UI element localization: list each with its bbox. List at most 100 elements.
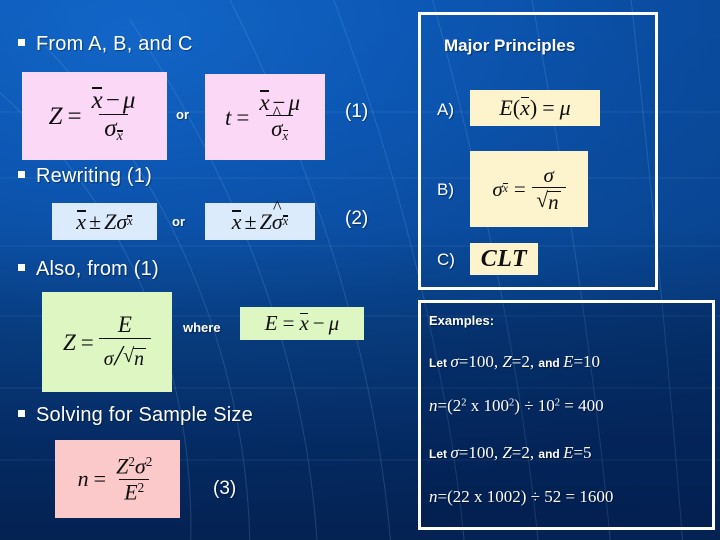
E-symbol: E bbox=[124, 478, 138, 504]
formula-z-error-lhs: Z bbox=[62, 329, 76, 355]
major-principles-title: Major Principles bbox=[444, 36, 576, 55]
E-symbol: E bbox=[499, 95, 513, 120]
n-symbol: n bbox=[77, 466, 89, 491]
equals-symbol: = bbox=[93, 466, 107, 491]
z-value: =2, bbox=[511, 443, 539, 462]
x-bar-symbol: x bbox=[76, 208, 87, 234]
z-symbol: Z bbox=[104, 208, 117, 234]
equals-symbol: = bbox=[513, 176, 526, 201]
sigma-symbol: σ bbox=[103, 347, 114, 370]
sigma-symbol: σ bbox=[116, 208, 128, 234]
n-expr-result: = 400 bbox=[560, 396, 604, 415]
formula-ci-sigmahat: x±Zσx bbox=[205, 203, 315, 240]
examples-title: Examples: bbox=[429, 313, 495, 328]
plus-minus-symbol: ± bbox=[89, 208, 102, 234]
n-symbol: n bbox=[547, 191, 561, 213]
bullet-from-abc: From A, B, and C bbox=[18, 33, 193, 56]
sigma-hat-symbol: σ bbox=[272, 210, 283, 233]
bullet-label: Also, from (1) bbox=[36, 258, 159, 280]
formula-t-fraction: x−μ σx bbox=[254, 89, 305, 144]
equals-symbol: = bbox=[542, 95, 555, 120]
Z-symbol: Z bbox=[502, 352, 512, 371]
example-line-1: Let σ=100, Z=2, and E=10 bbox=[429, 352, 600, 372]
sigma-symbol: σ bbox=[543, 162, 554, 187]
e-value: =5 bbox=[573, 443, 592, 462]
and-keyword: and bbox=[538, 447, 564, 461]
sigma-symbol: σ bbox=[104, 115, 117, 143]
sigma-subscript-xbar: x bbox=[127, 214, 133, 229]
example-line-4: n=(22 x 1002) ÷ 52 = 1600 bbox=[429, 487, 613, 507]
Z-symbol: Z bbox=[502, 443, 512, 462]
principle-formula-a: E(x) = μ bbox=[470, 90, 600, 126]
formula-z-error-denominator: σ/ n bbox=[98, 337, 152, 372]
formula-z-fraction: x − μ σx bbox=[87, 86, 141, 145]
equals-symbol: = bbox=[282, 311, 295, 335]
sigma-value: =100, bbox=[458, 352, 503, 371]
bullet-label: Rewriting (1) bbox=[36, 165, 152, 187]
E-symbol: E bbox=[117, 312, 132, 338]
sigma-hat-symbol: σ bbox=[271, 117, 282, 141]
mu-symbol: μ bbox=[559, 95, 571, 120]
equation-number-2: (2) bbox=[345, 208, 369, 229]
clt-abbreviation: CLT bbox=[480, 246, 528, 272]
Z-symbol: Z bbox=[116, 453, 129, 479]
n-symbol: n bbox=[133, 347, 147, 370]
n-expr-times: x 100 bbox=[466, 396, 510, 415]
principle-label-c: C) bbox=[437, 250, 455, 269]
slide-canvas: From A, B, and C Z = x−μ σx or t = x−μ σ… bbox=[0, 0, 720, 540]
sigma-subscript-xbar: x bbox=[502, 182, 508, 196]
bullet-label: Solving for Sample Size bbox=[36, 404, 253, 426]
formula-sample-size-denominator: E2 bbox=[119, 478, 150, 504]
principle-label-a: A) bbox=[437, 100, 454, 119]
formula-ci-sigma: x ± Zσ x bbox=[52, 203, 157, 240]
bullet-rewriting: Rewriting (1) bbox=[18, 165, 152, 188]
sigma-subscript-xbar: x bbox=[116, 129, 123, 145]
or-connector-2: or bbox=[172, 214, 185, 229]
E-exponent: 2 bbox=[137, 479, 145, 495]
mu-symbol: μ bbox=[122, 86, 136, 114]
bullet-solving-sample-size: Solving for Sample Size bbox=[18, 404, 253, 427]
formula-error-def: E = x − μ bbox=[240, 307, 364, 340]
let-keyword: Let bbox=[429, 447, 451, 461]
formula-z-denominator: σx bbox=[99, 114, 128, 144]
bullet-square-icon bbox=[18, 171, 25, 179]
sigma-hat-subscript-xbar: x bbox=[282, 129, 289, 144]
e-value: =10 bbox=[573, 352, 601, 371]
slash-symbol: / bbox=[114, 339, 123, 372]
and-keyword: and bbox=[538, 356, 564, 370]
principle-b-denominator: n bbox=[531, 187, 566, 213]
principle-formula-c: CLT bbox=[470, 243, 538, 275]
formula-z-lhs: Z bbox=[48, 102, 63, 130]
formula-sample-size-numerator: Z2σ2 bbox=[111, 453, 157, 479]
sigma-symbol: σ bbox=[134, 453, 146, 479]
sigma-exponent: 2 bbox=[145, 453, 153, 469]
minus-symbol: − bbox=[312, 311, 325, 335]
formula-t-denominator: σx bbox=[266, 115, 294, 144]
example-line-3: Let σ=100, Z=2, and E=5 bbox=[429, 443, 592, 463]
formula-z-numerator: x − μ bbox=[87, 86, 141, 115]
right-paren: ) bbox=[529, 95, 538, 120]
minus-symbol: − bbox=[105, 86, 120, 114]
let-keyword: Let bbox=[429, 356, 451, 370]
z-value: =2, bbox=[511, 352, 539, 371]
mu-symbol: μ bbox=[288, 89, 301, 115]
x-bar-symbol: x bbox=[259, 89, 270, 115]
x-bar-symbol: x bbox=[299, 311, 309, 335]
principle-b-fraction: σ n bbox=[531, 162, 566, 214]
where-connector: where bbox=[183, 320, 221, 335]
bullet-square-icon bbox=[18, 39, 25, 47]
formula-z-equals: = bbox=[67, 102, 82, 130]
sqrt-n-symbol: n bbox=[123, 346, 147, 370]
example-line-2: n=(22 x 1002) ÷ 102 = 400 bbox=[429, 396, 604, 416]
E-symbol: E bbox=[563, 443, 574, 462]
plus-minus-symbol: ± bbox=[244, 208, 257, 234]
formula-z-error: Z = E σ/ n bbox=[42, 292, 172, 392]
formula-z-error-equals: = bbox=[80, 329, 94, 355]
x-bar-symbol: x bbox=[520, 95, 530, 120]
sigma-symbol: σ bbox=[492, 176, 503, 201]
formula-z-sigma: Z = x − μ σx bbox=[22, 72, 167, 160]
equation-number-3: (3) bbox=[213, 478, 237, 499]
or-connector-1: or bbox=[176, 107, 189, 122]
n-expr-part-a: =(2 bbox=[437, 396, 462, 415]
principle-formula-b: σx = σ n bbox=[470, 151, 588, 227]
